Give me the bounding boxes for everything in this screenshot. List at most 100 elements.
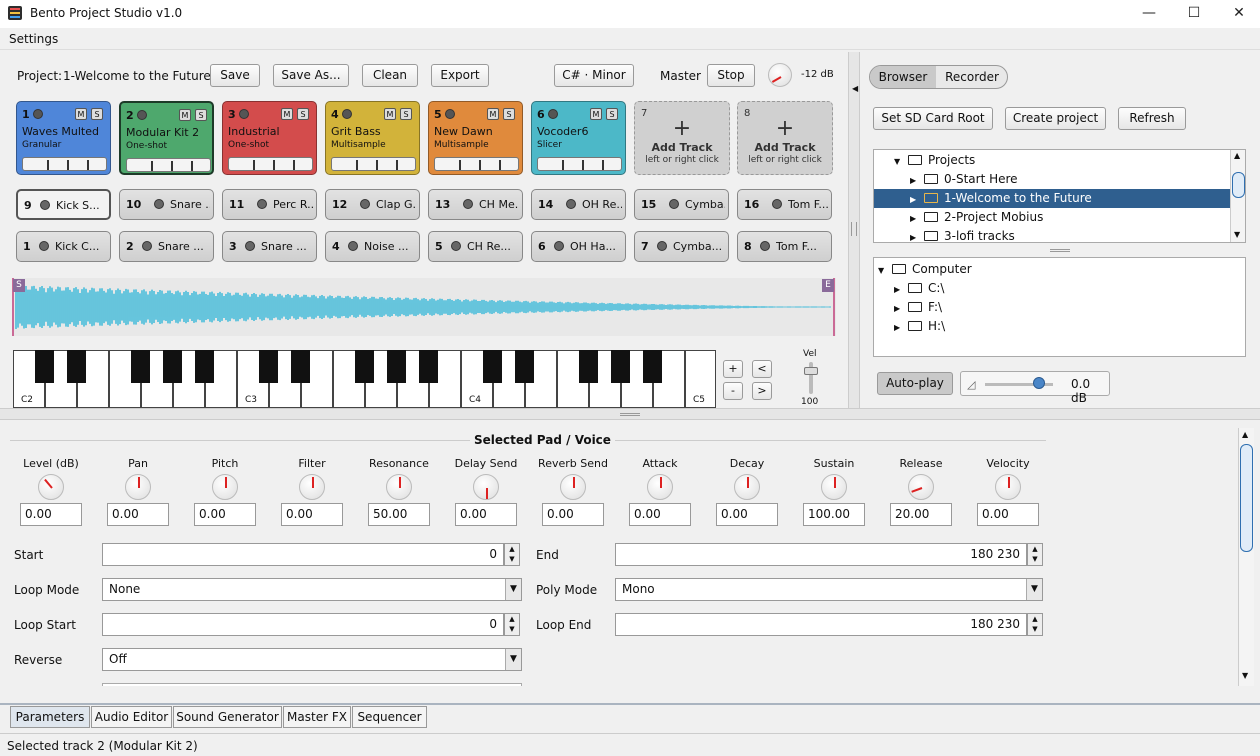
chevron-down-icon[interactable]: ▼: [505, 649, 521, 670]
parameters-scrollbar[interactable]: ▲ ▼: [1238, 428, 1254, 686]
mute-button[interactable]: M: [281, 108, 293, 120]
piano-black-key[interactable]: [579, 350, 598, 383]
shift-left-button[interactable]: <: [752, 360, 772, 378]
tree-scrollbar[interactable]: ▲ ▼: [1230, 150, 1245, 242]
solo-button[interactable]: S: [400, 108, 412, 120]
track-card-1[interactable]: 1 M S Waves Multed Granular: [16, 101, 111, 175]
tab-recorder[interactable]: Recorder: [938, 66, 1006, 88]
knob-value-input[interactable]: 0.00: [20, 503, 82, 526]
track-mixer-strip[interactable]: [126, 158, 211, 172]
track-mixer-strip[interactable]: [228, 157, 313, 171]
pad-button[interactable]: 13 CH Me...: [428, 189, 523, 220]
menu-settings[interactable]: Settings: [9, 32, 58, 46]
piano-black-key[interactable]: [643, 350, 662, 383]
solo-button[interactable]: S: [297, 108, 309, 120]
tab-sound-generator[interactable]: Sound Generator: [173, 706, 282, 728]
tree-drive-item[interactable]: ▶ F:\: [894, 298, 942, 317]
track-led-icon[interactable]: [33, 109, 43, 119]
piano-black-key[interactable]: [483, 350, 502, 383]
save-button[interactable]: Save: [210, 64, 260, 87]
preview-volume-thumb[interactable]: [1033, 377, 1045, 389]
computer-tree[interactable]: ▼ Computer ▶ C:\ ▶ F:\ ▶ H:\: [873, 257, 1246, 357]
loop-start-spinner[interactable]: ▲ ▼: [504, 613, 520, 636]
track-mixer-strip[interactable]: [22, 157, 107, 171]
piano-black-key[interactable]: [387, 350, 406, 383]
parameter-knob[interactable]: [995, 474, 1021, 500]
chevron-down-icon[interactable]: ▼: [505, 579, 521, 600]
piano-black-key[interactable]: [355, 350, 374, 383]
track-led-icon[interactable]: [137, 110, 147, 120]
parameter-knob[interactable]: [386, 474, 412, 500]
pad-button[interactable]: 5 CH Re...: [428, 231, 523, 262]
tree-project-item[interactable]: ▶ 0-Start Here: [910, 170, 1018, 189]
knob-value-input[interactable]: 0.00: [716, 503, 778, 526]
add-track-button-7[interactable]: 7 + Add Track left or right click: [634, 101, 730, 175]
parameter-knob[interactable]: [125, 474, 151, 500]
waveform-view[interactable]: S E: [12, 278, 836, 336]
tree-project-item-selected[interactable]: ▶ 1-Welcome to the Future: [874, 189, 1230, 208]
tab-master-fx[interactable]: Master FX: [283, 706, 351, 728]
piano-black-key[interactable]: [611, 350, 630, 383]
end-input[interactable]: 180 230: [615, 543, 1027, 566]
piano-black-key[interactable]: [291, 350, 310, 383]
projects-tree[interactable]: ▼ Projects ▶ 0-Start Here ▶ 1-Welcome to th…: [873, 149, 1246, 243]
create-project-button[interactable]: Create project: [1005, 107, 1106, 130]
parameter-knob[interactable]: [908, 474, 934, 500]
tree-computer-root[interactable]: ▼ Computer: [878, 260, 972, 279]
tab-sequencer[interactable]: Sequencer: [352, 706, 427, 728]
pad-button[interactable]: 6 OH Ha...: [531, 231, 626, 262]
piano-black-key[interactable]: [195, 350, 214, 383]
track-led-icon[interactable]: [342, 109, 352, 119]
loop-end-spinner[interactable]: ▲ ▼: [1027, 613, 1043, 636]
mute-button[interactable]: M: [75, 108, 87, 120]
solo-button[interactable]: S: [503, 108, 515, 120]
track-card-5[interactable]: 5 M S New Dawn Multisample: [428, 101, 523, 175]
piano-black-key[interactable]: [163, 350, 182, 383]
vertical-splitter[interactable]: ◀: [848, 52, 860, 408]
maximize-icon[interactable]: ☐: [1171, 0, 1217, 28]
add-track-button-8[interactable]: 8 + Add Track left or right click: [737, 101, 833, 175]
track-card-6[interactable]: 6 M S Vocoder6 Slicer: [531, 101, 626, 175]
loop-start-input[interactable]: 0: [102, 613, 504, 636]
tab-browser[interactable]: Browser: [870, 66, 936, 88]
track-led-icon[interactable]: [548, 109, 558, 119]
parameter-knob[interactable]: [734, 474, 760, 500]
solo-button[interactable]: S: [91, 108, 103, 120]
tree-project-item[interactable]: ▶ 3-lofi tracks: [910, 227, 1015, 242]
parameter-knob[interactable]: [38, 474, 64, 500]
pad-button[interactable]: 3 Snare ...: [222, 231, 317, 262]
start-input[interactable]: 0: [102, 543, 504, 566]
refresh-button[interactable]: Refresh: [1118, 107, 1186, 130]
mute-button[interactable]: M: [487, 108, 499, 120]
parameter-knob[interactable]: [821, 474, 847, 500]
parameter-knob[interactable]: [212, 474, 238, 500]
piano-black-key[interactable]: [131, 350, 150, 383]
mute-button[interactable]: M: [179, 109, 191, 121]
master-volume-knob[interactable]: [768, 63, 792, 87]
piano-black-key[interactable]: [419, 350, 438, 383]
pad-button[interactable]: 12 Clap G...: [325, 189, 420, 220]
pad-button[interactable]: 4 Noise ...: [325, 231, 420, 262]
tab-parameters[interactable]: Parameters: [10, 706, 90, 728]
pad-button[interactable]: 14 OH Re...: [531, 189, 626, 220]
track-led-icon[interactable]: [445, 109, 455, 119]
tab-audio-editor[interactable]: Audio Editor: [91, 706, 172, 728]
start-spinner[interactable]: ▲ ▼: [504, 543, 520, 566]
parameter-knob[interactable]: [299, 474, 325, 500]
pad-button[interactable]: 16 Tom F...: [737, 189, 832, 220]
mute-button[interactable]: M: [384, 108, 396, 120]
export-button[interactable]: Export: [431, 64, 489, 87]
tree-projects-root[interactable]: ▼ Projects: [894, 151, 975, 170]
track-mixer-strip[interactable]: [331, 157, 416, 171]
shift-right-button[interactable]: >: [752, 382, 772, 400]
track-mixer-strip[interactable]: [537, 157, 622, 171]
piano-black-key[interactable]: [515, 350, 534, 383]
close-icon[interactable]: ✕: [1216, 0, 1260, 28]
parameter-knob[interactable]: [560, 474, 586, 500]
octave-down-button[interactable]: -: [723, 382, 743, 400]
knob-value-input[interactable]: 0.00: [455, 503, 517, 526]
piano-black-key[interactable]: [35, 350, 54, 383]
pad-button[interactable]: 15 Cymba...: [634, 189, 729, 220]
key-scale-button[interactable]: C# · Minor: [554, 64, 634, 87]
end-spinner[interactable]: ▲ ▼: [1027, 543, 1043, 566]
